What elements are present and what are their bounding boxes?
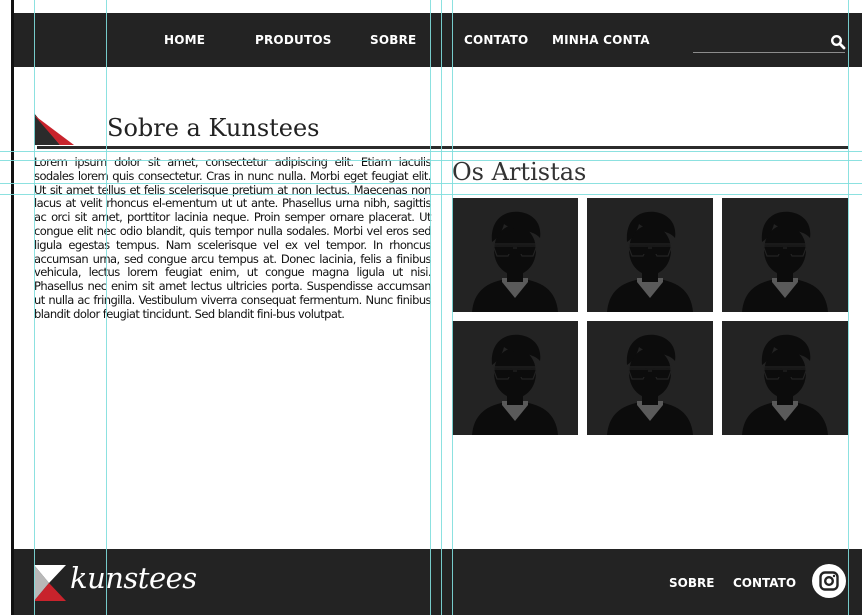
about-text: Lorem ipsum dolor sit amet, consectetur … <box>34 155 432 321</box>
artist-avatar-icon <box>472 334 558 435</box>
title-divider <box>37 146 848 149</box>
guide-line <box>0 151 862 152</box>
artist-avatar-icon <box>607 334 693 435</box>
artist-card[interactable] <box>452 321 578 435</box>
nav-minha-conta[interactable]: MINHA CONTA <box>552 33 650 47</box>
artist-avatar-icon <box>742 334 828 435</box>
artist-card[interactable] <box>722 321 848 435</box>
header-bar <box>14 13 862 67</box>
search-icon[interactable] <box>830 34 846 50</box>
artist-card[interactable] <box>587 198 713 312</box>
guide-line <box>441 0 442 615</box>
artist-card[interactable] <box>452 198 578 312</box>
nav-sobre[interactable]: SOBRE <box>370 33 416 47</box>
artists-grid <box>452 198 849 436</box>
artist-avatar-icon <box>742 211 828 312</box>
logo-mark-icon[interactable] <box>34 565 66 601</box>
artist-avatar-icon <box>607 211 693 312</box>
nav-home[interactable]: HOME <box>164 33 205 47</box>
footer-sobre[interactable]: SOBRE <box>669 576 714 590</box>
footer-logo-text[interactable]: kunstees <box>70 561 197 595</box>
nav-produtos[interactable]: PRODUTOS <box>255 33 332 47</box>
nav-contato[interactable]: CONTATO <box>464 33 528 47</box>
search-input[interactable] <box>693 52 845 53</box>
artist-avatar-icon <box>472 211 558 312</box>
artist-card[interactable] <box>722 198 848 312</box>
artists-title: Os Artistas <box>452 158 587 186</box>
artist-card[interactable] <box>587 321 713 435</box>
instagram-icon[interactable] <box>812 564 846 598</box>
title-triangle-icon <box>34 113 74 145</box>
page: HOME PRODUTOS SOBRE CONTATO MINHA CONTA … <box>0 0 862 615</box>
footer-contato[interactable]: CONTATO <box>733 576 796 590</box>
left-edge <box>0 0 14 615</box>
page-title: Sobre a Kunstees <box>107 114 320 142</box>
